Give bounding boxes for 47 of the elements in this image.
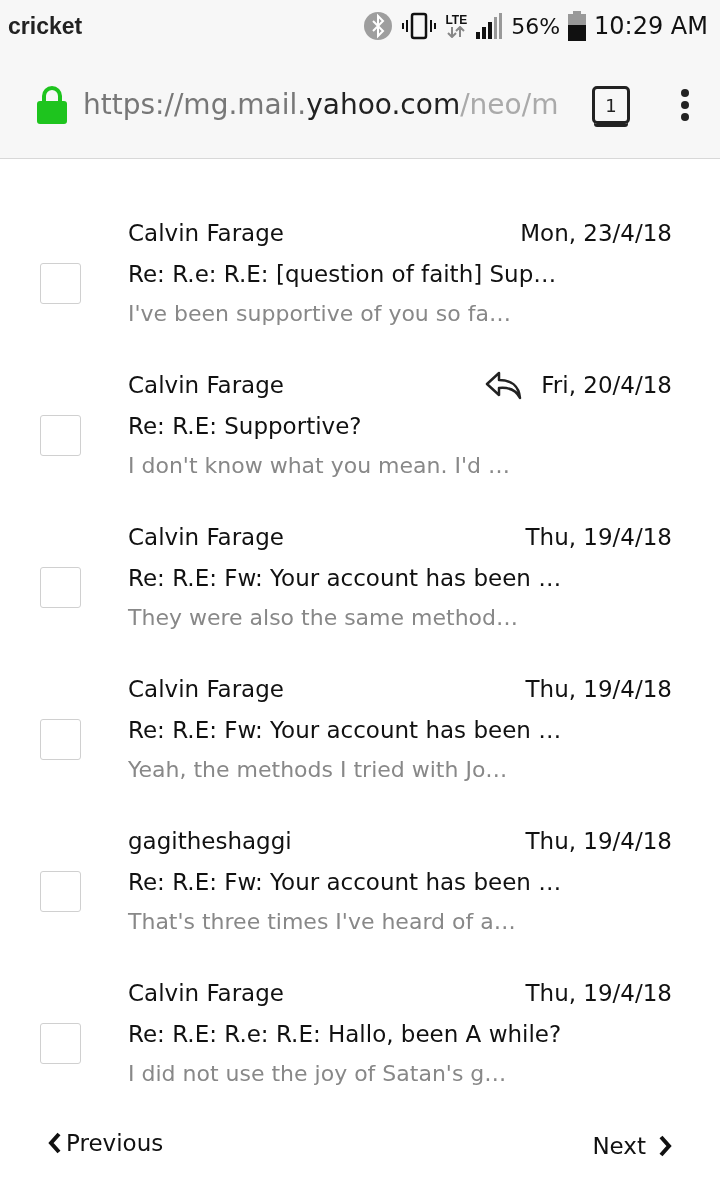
email-subject[interactable]: Re: R.E: Supportive? bbox=[128, 408, 672, 443]
battery-percent: 56% bbox=[511, 12, 561, 41]
sender-name: Calvin Farage bbox=[128, 979, 284, 1008]
next-link[interactable]: Next bbox=[592, 1129, 672, 1164]
sender-name: Calvin Farage bbox=[128, 219, 284, 248]
vibrate-icon bbox=[401, 11, 438, 41]
checkbox[interactable] bbox=[40, 718, 81, 760]
sender-name: Calvin Farage bbox=[128, 523, 284, 552]
chevron-right-icon bbox=[658, 1135, 672, 1158]
email-date: Thu, 19/4/18 bbox=[525, 675, 672, 704]
email-date: Thu, 19/4/18 bbox=[525, 979, 672, 1008]
email-date: Thu, 19/4/18 bbox=[525, 523, 672, 552]
clock-time: 10:29 AM bbox=[594, 11, 708, 42]
email-preview: Yeah, the methods I tried with Jo… bbox=[128, 756, 509, 784]
email-preview: I don't know what you mean. I'd … bbox=[128, 452, 511, 480]
battery-icon bbox=[568, 11, 587, 41]
checkbox[interactable] bbox=[40, 566, 81, 608]
email-subject[interactable]: Re: R.E: R.e: R.E: Hallo, been A while? bbox=[128, 1016, 672, 1051]
checkbox[interactable] bbox=[40, 262, 81, 304]
sender-name: Calvin Farage bbox=[128, 371, 284, 400]
checkbox[interactable] bbox=[40, 870, 81, 912]
email-date: Mon, 23/4/18 bbox=[520, 219, 672, 248]
email-preview: I've been supportive of you so fa… bbox=[128, 300, 512, 328]
checkbox[interactable] bbox=[40, 1022, 81, 1064]
url-field[interactable]: https://mg.mail.yahoo.com/neo/m bbox=[83, 84, 563, 126]
signal-icon bbox=[475, 12, 504, 40]
email-subject[interactable]: Re: R.E: Fw: Your account has been … bbox=[128, 864, 672, 899]
email-subject[interactable]: Re: R.e: R.E: [question of faith] Sup… bbox=[128, 256, 672, 291]
network-type: LTE bbox=[445, 14, 468, 26]
tab-count-button[interactable]: 1 bbox=[592, 86, 630, 124]
email-date: Fri, 20/4/18 bbox=[541, 371, 672, 400]
previous-link[interactable]: Previous bbox=[48, 1126, 164, 1161]
sender-name: Calvin Farage bbox=[128, 675, 284, 704]
carrier-name: cricket bbox=[8, 11, 83, 41]
email-subject[interactable]: Re: R.E: Fw: Your account has been … bbox=[128, 560, 672, 595]
email-preview: That's three times I've heard of a… bbox=[128, 908, 517, 936]
chevron-left-icon bbox=[48, 1132, 62, 1155]
email-preview: They were also the same method… bbox=[128, 604, 520, 632]
email-preview: I did not use the joy of Satan's g… bbox=[128, 1060, 508, 1088]
lock-icon bbox=[37, 86, 67, 124]
sender-name: gagitheshaggi bbox=[128, 827, 292, 856]
checkbox[interactable] bbox=[40, 414, 81, 456]
data-arrows-icon bbox=[446, 26, 467, 38]
email-date: Thu, 19/4/18 bbox=[525, 827, 672, 856]
email-subject[interactable]: Re: R.E: Fw: Your account has been … bbox=[128, 712, 672, 747]
menu-icon[interactable] bbox=[680, 88, 690, 122]
bluetooth-icon bbox=[363, 11, 394, 41]
